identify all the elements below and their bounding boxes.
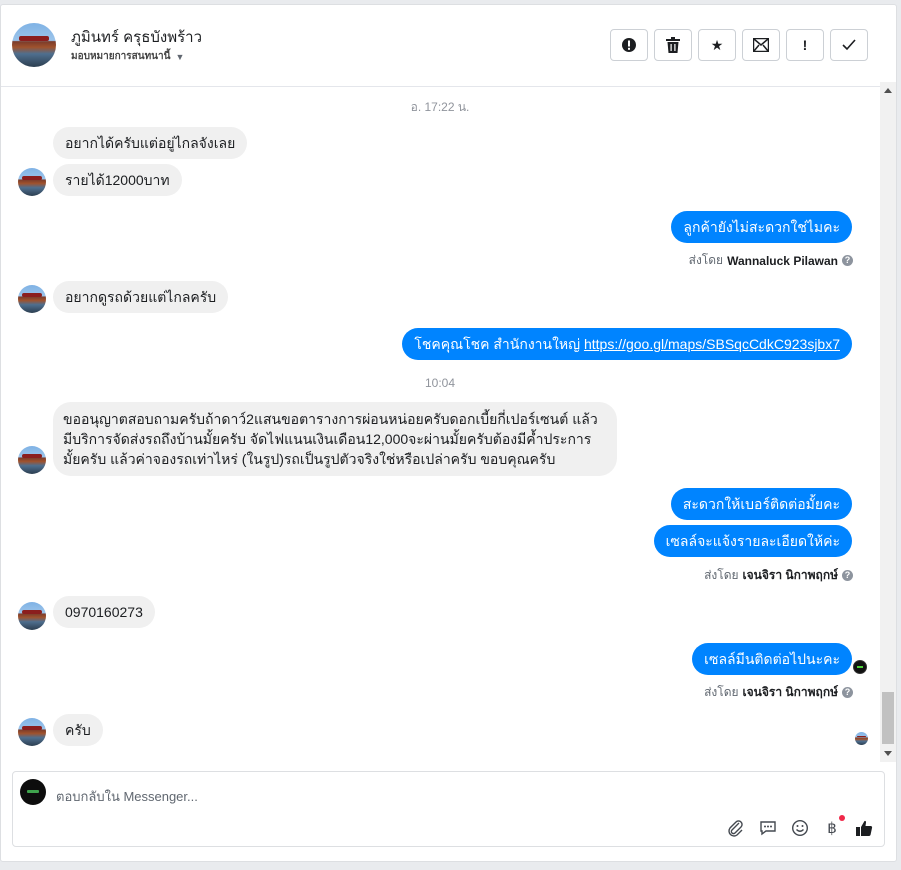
sender-name: เจนจิรา นิกาพฤกษ์: [742, 685, 838, 699]
seen-by-page-icon: [853, 660, 867, 674]
action-toolbar: ★ !: [610, 29, 868, 61]
reply-composer[interactable]: ตอบกลับใน Messenger... ฿: [12, 771, 885, 847]
contact-avatar-small: [18, 285, 46, 313]
reply-input[interactable]: ตอบกลับใน Messenger...: [56, 786, 198, 807]
incoming-message[interactable]: รายได้12000บาท: [53, 164, 182, 196]
contact-avatar[interactable]: [12, 23, 56, 67]
checkmark-icon: [842, 39, 856, 51]
chevron-down-icon: ▼: [175, 51, 185, 62]
contact-avatar-small: [18, 602, 46, 630]
sent-by-prefix: ส่งโดย: [688, 253, 724, 267]
map-link[interactable]: https://goo.gl/maps/SBSqcCdkC923sjbx7: [584, 336, 840, 352]
star-icon: ★: [710, 36, 724, 53]
contact-name[interactable]: ภูมินทร์ ครุธบังพร้าว: [71, 25, 202, 49]
sender-name: เจนจิรา นิกาพฤกษ์: [742, 568, 838, 582]
incoming-message[interactable]: 0970160273: [53, 596, 155, 628]
contact-avatar-small: [18, 168, 46, 196]
star-button[interactable]: ★: [698, 29, 736, 61]
outgoing-message[interactable]: โชคคุณโชค สำนักงานใหญ่ https://goo.gl/ma…: [402, 328, 852, 360]
baht-icon: ฿: [827, 820, 837, 837]
done-button[interactable]: [830, 29, 868, 61]
scroll-down-icon[interactable]: [884, 751, 892, 756]
incoming-message[interactable]: ครับ: [53, 714, 103, 746]
outgoing-message[interactable]: ลูกค้ายังไม่สะดวกใช่ไมคะ: [671, 211, 852, 243]
paperclip-icon: [728, 820, 743, 837]
seen-by-contact-avatar: [855, 732, 868, 745]
assign-label: มอบหมายการสนทนานี้: [71, 51, 171, 62]
incoming-message[interactable]: อยากได้ครับแต่อยู่ไกลจังเลย: [53, 127, 248, 159]
sender-name: Wannaluck Pilawan: [727, 253, 838, 268]
scroll-up-icon[interactable]: [884, 88, 892, 93]
follow-up-button[interactable]: !: [786, 29, 824, 61]
assign-conversation[interactable]: มอบหมายการสนทนานี้ ▼: [71, 49, 184, 64]
contact-avatar-small: [18, 718, 46, 746]
help-icon[interactable]: ?: [842, 255, 853, 266]
help-icon[interactable]: ?: [842, 687, 853, 698]
thread-scrollbar[interactable]: [880, 82, 896, 762]
smiley-icon: [791, 819, 809, 837]
emoji-button[interactable]: [790, 818, 810, 838]
sent-by-prefix: ส่งโดย: [704, 568, 739, 582]
page-avatar: [20, 779, 46, 805]
sent-by-label: ส่งโดย Wannaluck Pilawan ?: [689, 251, 853, 270]
outgoing-message[interactable]: เซลล์มีนติดต่อไปนะคะ: [692, 643, 852, 675]
composer-tools: ฿: [726, 815, 874, 838]
incoming-message[interactable]: อยากดูรถด้วยแต่ไกลครับ: [53, 281, 229, 313]
sent-by-label: ส่งโดย เจนจิรา นิกาพฤกษ์ ?: [704, 566, 853, 585]
thumbs-up-icon: [856, 820, 873, 836]
message-thread[interactable]: อ. 17:22 น. อยากได้ครับแต่อยู่ไกลจังเลย …: [0, 82, 880, 762]
sent-by-label: ส่งโดย เจนจิรา นิกาพฤกษ์ ?: [704, 683, 853, 702]
saved-replies-button[interactable]: [758, 818, 778, 838]
delete-button[interactable]: [654, 29, 692, 61]
like-button[interactable]: [854, 818, 874, 838]
alert-octagon-icon: [622, 38, 636, 52]
attach-button[interactable]: [726, 818, 746, 838]
mark-unread-button[interactable]: [742, 29, 780, 61]
trash-icon: [666, 37, 680, 53]
payment-button[interactable]: ฿: [822, 815, 845, 838]
timestamp: อ. 17:22 น.: [410, 100, 470, 114]
message-text: โชคคุณโชค สำนักงานใหญ่: [414, 336, 584, 352]
timestamp: 10:04: [424, 376, 456, 390]
contact-avatar-small: [18, 446, 46, 474]
incoming-message[interactable]: ขออนุญาตสอบถามครับถ้าดาว์2แสนขอตารางการผ…: [53, 402, 617, 476]
conversation-header: ภูมินทร์ ครุธบังพร้าว มอบหมายการสนทนานี้…: [1, 5, 896, 87]
sent-by-prefix: ส่งโดย: [704, 685, 739, 699]
outgoing-message[interactable]: เซลล์จะแจ้งรายละเอียดให้ค่ะ: [653, 525, 852, 557]
notification-dot: [839, 815, 845, 821]
outgoing-message[interactable]: สะดวกให้เบอร์ติดต่อมั้ยคะ: [670, 488, 852, 520]
exclamation-icon: !: [802, 37, 808, 53]
scroll-thumb[interactable]: [882, 692, 894, 744]
envelope-icon: [753, 38, 769, 52]
help-icon[interactable]: ?: [842, 570, 853, 581]
spam-button[interactable]: [610, 29, 648, 61]
chat-bubble-icon: [760, 821, 776, 836]
